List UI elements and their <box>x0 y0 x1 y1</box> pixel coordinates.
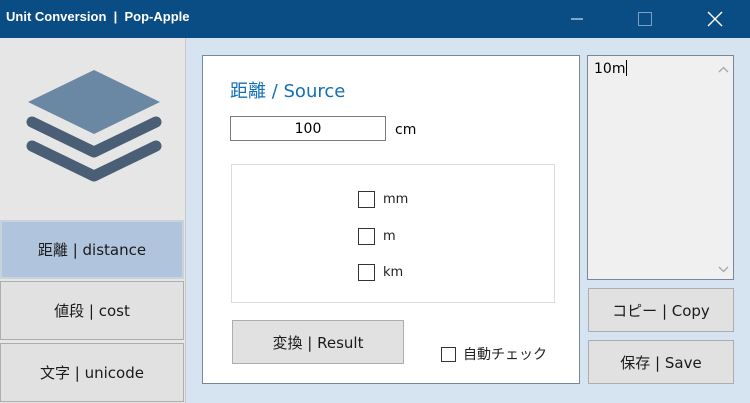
checkbox-mm[interactable] <box>358 191 375 208</box>
auto-check-label: 自動チェック <box>463 347 547 363</box>
window-title: Unit Conversion | Pop-Apple <box>6 9 190 24</box>
source-value-input[interactable] <box>230 116 386 141</box>
sidebar-item-distance[interactable]: 距離 | distance <box>0 220 184 279</box>
result-button[interactable]: 変換 | Result <box>232 320 404 364</box>
copy-button[interactable]: コピー | Copy <box>588 288 734 332</box>
scroll-up-icon[interactable] <box>718 66 729 73</box>
option-m[interactable]: m <box>358 228 396 245</box>
output-text: 10m <box>594 60 628 77</box>
output-scrollbar[interactable] <box>714 56 733 279</box>
text-caret <box>626 60 628 76</box>
copy-button-label: コピー | Copy <box>612 301 710 320</box>
close-button[interactable] <box>692 0 738 38</box>
sidebar-item-label: 距離 | distance <box>37 241 147 259</box>
option-km[interactable]: km <box>358 264 403 281</box>
sidebar-item-label: 文字 | unicode <box>40 364 144 382</box>
checkbox-m[interactable] <box>358 228 375 245</box>
sidebar-item-unicode[interactable]: 文字 | unicode <box>0 343 184 402</box>
option-mm[interactable]: mm <box>358 191 408 208</box>
option-label: m <box>383 229 396 244</box>
auto-check-option[interactable]: 自動チェック <box>441 344 547 364</box>
conversion-panel: 距離 / Source cm mm m km 変換 | Result 自動チェッ… <box>202 55 580 384</box>
maximize-icon <box>638 12 652 26</box>
target-unit-group: mm m km <box>231 164 555 303</box>
option-label: km <box>383 265 404 280</box>
minimize-icon <box>571 18 583 20</box>
source-unit-label: cm <box>395 122 417 138</box>
layers-icon <box>26 70 162 182</box>
panel-title: 距離 / Source <box>230 81 346 102</box>
sidebar: 距離 | distance 値段 | cost 文字 | unicode <box>0 38 186 403</box>
minimize-button[interactable] <box>554 0 600 38</box>
title-bar: Unit Conversion | Pop-Apple <box>0 0 750 38</box>
auto-check-checkbox[interactable] <box>441 346 456 362</box>
result-button-label: 変換 | Result <box>272 333 364 352</box>
save-button-label: 保存 | Save <box>620 353 702 372</box>
sidebar-item-cost[interactable]: 値段 | cost <box>0 281 184 340</box>
maximize-button[interactable] <box>622 0 668 38</box>
scroll-down-icon[interactable] <box>718 266 729 273</box>
close-icon <box>707 11 723 27</box>
checkbox-km[interactable] <box>358 264 375 281</box>
save-button[interactable]: 保存 | Save <box>588 340 734 384</box>
output-textarea[interactable]: 10m <box>587 55 734 280</box>
sidebar-item-label: 値段 | cost <box>54 302 130 320</box>
option-label: mm <box>383 192 409 207</box>
